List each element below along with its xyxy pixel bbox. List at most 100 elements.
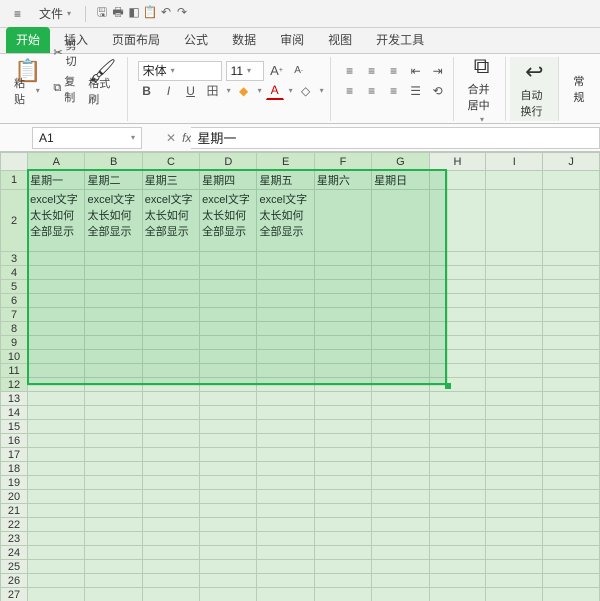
cell-A16[interactable]	[28, 434, 85, 448]
cell-I21[interactable]	[486, 504, 543, 518]
cell-B16[interactable]	[85, 434, 142, 448]
cell-D2[interactable]: excel文字太长如何全部显示	[200, 190, 257, 252]
cell-H19[interactable]	[429, 476, 486, 490]
cell-E4[interactable]	[257, 266, 314, 280]
cell-D15[interactable]	[200, 420, 257, 434]
cell-C4[interactable]	[142, 266, 199, 280]
cell-I13[interactable]	[486, 392, 543, 406]
cell-F2[interactable]	[314, 190, 371, 252]
cell-C1[interactable]: 星期三	[142, 171, 199, 190]
cell-F25[interactable]	[314, 560, 371, 574]
cell-G14[interactable]	[372, 406, 429, 420]
col-header-F[interactable]: F	[314, 153, 371, 171]
cell-B8[interactable]	[85, 322, 142, 336]
cell-G26[interactable]	[372, 574, 429, 588]
cell-H4[interactable]	[429, 266, 486, 280]
cell-F9[interactable]	[314, 336, 371, 350]
indent-increase-icon[interactable]: ⇥	[429, 62, 447, 80]
cell-H27[interactable]	[429, 588, 486, 601]
cell-E3[interactable]	[257, 252, 314, 266]
cell-J13[interactable]	[543, 392, 600, 406]
cell-C8[interactable]	[142, 322, 199, 336]
cell-C11[interactable]	[142, 364, 199, 378]
cell-B2[interactable]: excel文字太长如何全部显示	[85, 190, 142, 252]
row-header-23[interactable]: 23	[1, 532, 28, 546]
cell-J3[interactable]	[543, 252, 600, 266]
cell-G17[interactable]	[372, 448, 429, 462]
cut-button[interactable]: ✂剪切	[49, 36, 80, 70]
cell-C25[interactable]	[142, 560, 199, 574]
cell-A2[interactable]: excel文字太长如何全部显示	[28, 190, 85, 252]
paste-label[interactable]: 粘贴▾	[10, 74, 44, 108]
cell-E5[interactable]	[257, 280, 314, 294]
name-box[interactable]: A1 ▾	[32, 127, 142, 149]
cell-I16[interactable]	[486, 434, 543, 448]
align-top-icon[interactable]: ≡	[341, 62, 359, 80]
cell-J19[interactable]	[543, 476, 600, 490]
row-header-9[interactable]: 9	[1, 336, 28, 350]
cell-F16[interactable]	[314, 434, 371, 448]
cell-D3[interactable]	[200, 252, 257, 266]
cell-J9[interactable]	[543, 336, 600, 350]
cell-J27[interactable]	[543, 588, 600, 601]
row-header-21[interactable]: 21	[1, 504, 28, 518]
cell-C23[interactable]	[142, 532, 199, 546]
cell-G16[interactable]	[372, 434, 429, 448]
orientation-icon[interactable]: ⟲	[429, 82, 447, 100]
cell-I9[interactable]	[486, 336, 543, 350]
cell-I4[interactable]	[486, 266, 543, 280]
justify-icon[interactable]: ☰	[407, 82, 425, 100]
cell-B25[interactable]	[85, 560, 142, 574]
cell-I22[interactable]	[486, 518, 543, 532]
col-header-G[interactable]: G	[372, 153, 429, 171]
font-name-combo[interactable]: 宋体▾	[138, 61, 222, 81]
cell-G7[interactable]	[372, 308, 429, 322]
cell-E15[interactable]	[257, 420, 314, 434]
cell-J18[interactable]	[543, 462, 600, 476]
cell-G12[interactable]	[372, 378, 429, 392]
cell-D8[interactable]	[200, 322, 257, 336]
cell-E27[interactable]	[257, 588, 314, 601]
cell-C10[interactable]	[142, 350, 199, 364]
cell-D18[interactable]	[200, 462, 257, 476]
cell-B24[interactable]	[85, 546, 142, 560]
cell-I23[interactable]	[486, 532, 543, 546]
cell-I5[interactable]	[486, 280, 543, 294]
cell-F6[interactable]	[314, 294, 371, 308]
cell-H17[interactable]	[429, 448, 486, 462]
cell-H12[interactable]	[429, 378, 486, 392]
row-header-19[interactable]: 19	[1, 476, 28, 490]
row-header-25[interactable]: 25	[1, 560, 28, 574]
cell-E12[interactable]	[257, 378, 314, 392]
cell-I8[interactable]	[486, 322, 543, 336]
indent-decrease-icon[interactable]: ⇤	[407, 62, 425, 80]
cell-C24[interactable]	[142, 546, 199, 560]
cell-F27[interactable]	[314, 588, 371, 601]
cell-C12[interactable]	[142, 378, 199, 392]
cell-D27[interactable]	[200, 588, 257, 601]
cell-B10[interactable]	[85, 350, 142, 364]
row-header-20[interactable]: 20	[1, 490, 28, 504]
cell-F12[interactable]	[314, 378, 371, 392]
row-header-12[interactable]: 12	[1, 378, 28, 392]
row-header-14[interactable]: 14	[1, 406, 28, 420]
cell-J20[interactable]	[543, 490, 600, 504]
cell-F22[interactable]	[314, 518, 371, 532]
cell-I20[interactable]	[486, 490, 543, 504]
cell-G20[interactable]	[372, 490, 429, 504]
cell-H18[interactable]	[429, 462, 486, 476]
cell-F21[interactable]	[314, 504, 371, 518]
cell-H25[interactable]	[429, 560, 486, 574]
tab-页面布局[interactable]: 页面布局	[102, 27, 170, 53]
cell-H15[interactable]	[429, 420, 486, 434]
cell-H10[interactable]	[429, 350, 486, 364]
cell-B7[interactable]	[85, 308, 142, 322]
cell-C9[interactable]	[142, 336, 199, 350]
cell-F10[interactable]	[314, 350, 371, 364]
cell-C22[interactable]	[142, 518, 199, 532]
cell-G9[interactable]	[372, 336, 429, 350]
formula-input[interactable]: 星期一	[191, 127, 600, 149]
cell-I11[interactable]	[486, 364, 543, 378]
row-header-17[interactable]: 17	[1, 448, 28, 462]
align-left-icon[interactable]: ≡	[341, 82, 359, 100]
